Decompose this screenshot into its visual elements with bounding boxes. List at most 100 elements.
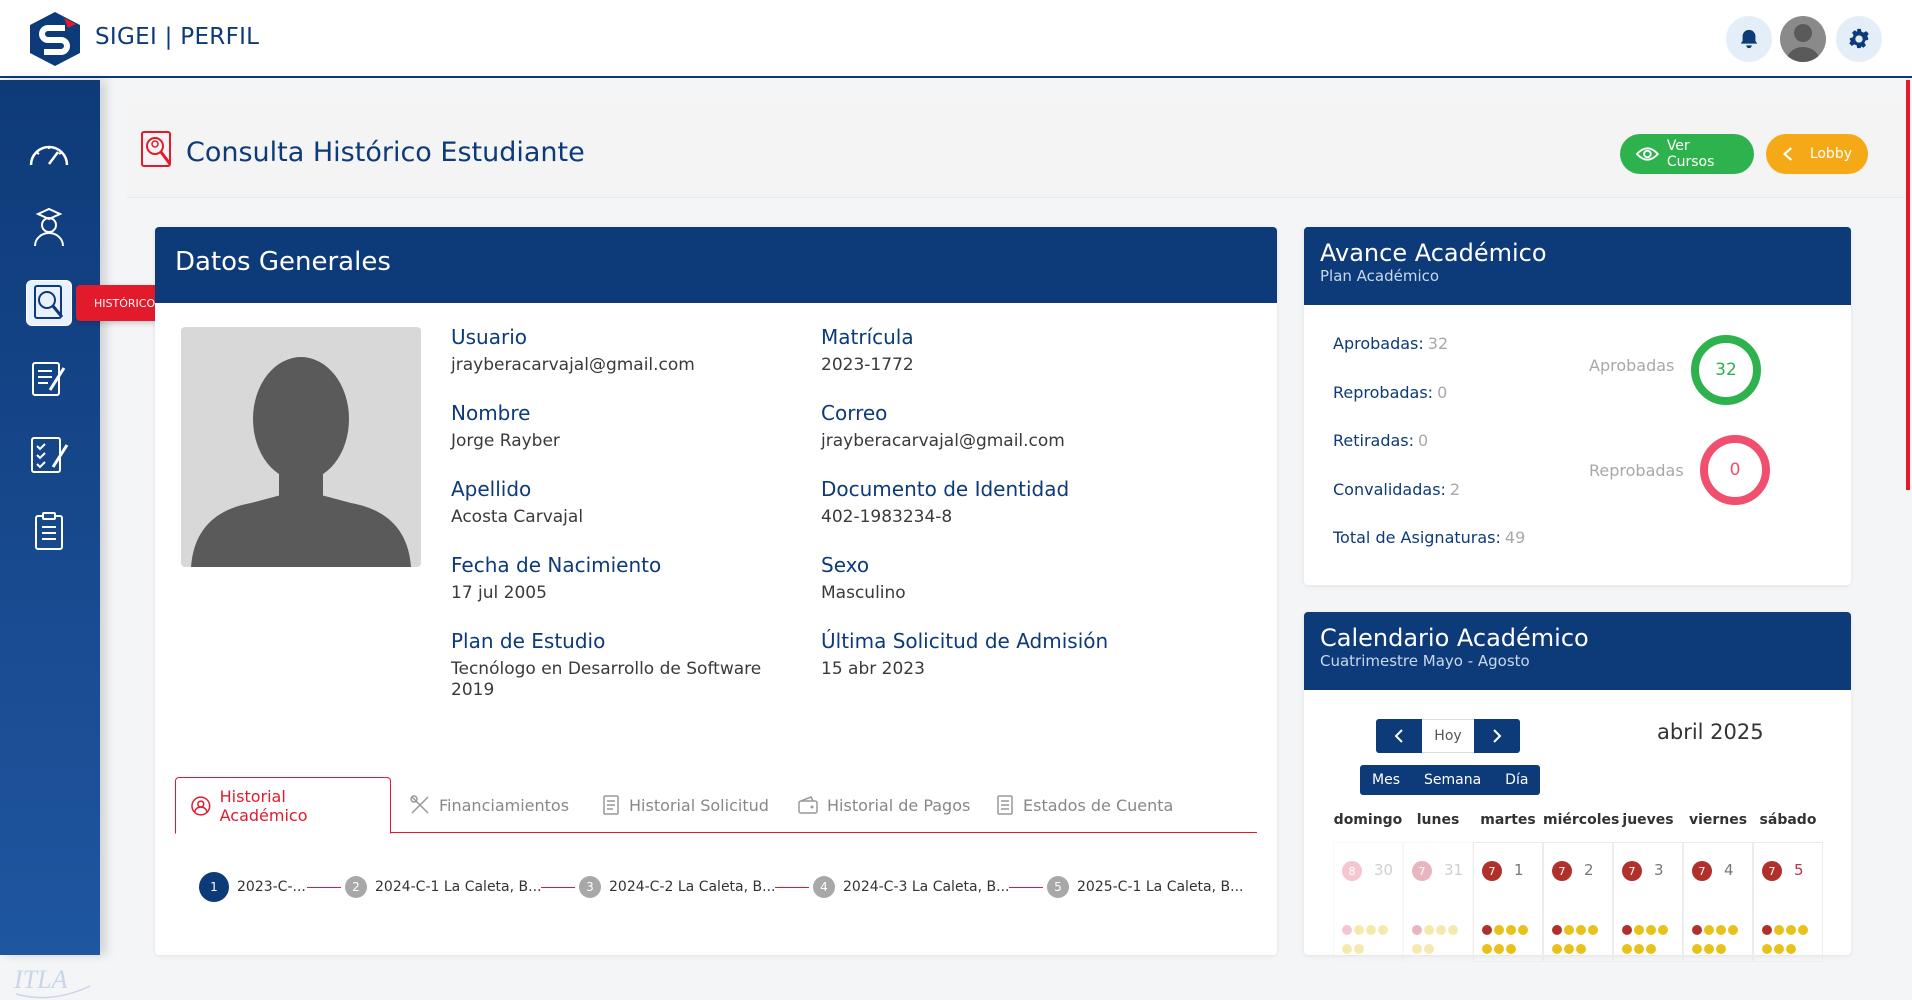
view-month-button[interactable]: Mes [1360,765,1412,795]
step-connector [541,887,575,888]
plan-label: Plan de Estudio [451,629,606,653]
avance-title: Avance Académico [1320,239,1547,267]
ring-reprobadas-label: Reprobadas [1589,461,1684,480]
sidebar-item-reports[interactable] [26,508,72,554]
weekday-label: miércoles [1543,812,1620,828]
plan-value: Tecnólogo en Desarrollo de Software 2019 [451,659,762,700]
stat-retiradas: Retiradas: 0 [1333,431,1428,450]
lobby-button[interactable]: Lobby [1766,134,1868,174]
stat-label: Retiradas: [1333,431,1415,450]
bell-icon [1740,29,1758,49]
view-week-button[interactable]: Semana [1412,765,1493,795]
field-matricula: Matrícula 2023-1772 [821,325,1161,376]
step-1[interactable]: 1 2023-C-... [199,872,306,902]
eye-icon [1636,147,1659,161]
sidebar-item-student-history[interactable] [26,280,72,326]
view-day-button[interactable]: Día [1493,765,1540,795]
itla-logo: ITLA [13,965,91,999]
event-count-badge: 7 [1692,861,1712,881]
step-number: 4 [813,876,835,898]
stat-value: 49 [1504,528,1526,547]
app-title: SIGEI | PERFIL [95,24,260,50]
sidebar-item-evaluations[interactable] [26,432,72,478]
wallet-icon [798,796,818,814]
sidebar-item-forms[interactable] [26,356,72,402]
next-month-button[interactable] [1474,719,1520,753]
event-count-badge: 7 [1622,861,1642,881]
calendar-day[interactable]: 7 2 [1543,842,1613,962]
page-title: Consulta Histórico Estudiante [186,137,585,168]
usuario-label: Usuario [451,325,528,349]
step-connector [775,887,809,888]
documento-label: Documento de Identidad [821,477,1070,501]
day-number: 30 [1374,861,1394,879]
prev-month-button[interactable] [1376,719,1422,753]
step-5[interactable]: 5 2025-C-1 La Caleta, B... [1047,872,1243,902]
day-number: 3 [1654,861,1664,879]
stat-value: 0 [1437,383,1448,402]
nombre-value: Jorge Rayber [451,431,560,451]
sidebar: ITLA [0,80,100,999]
event-count-badge: 7 [1552,861,1572,881]
ring-reprobadas: 0 [1700,435,1770,505]
field-apellido: Apellido Acosta Carvajal [451,477,791,528]
tab-label: Historial Solicitud [629,795,769,815]
document-edit-icon [32,362,66,396]
tab-financiamientos[interactable]: Financiamientos [395,777,583,833]
tab-estados-cuenta[interactable]: Estados de Cuenta [981,777,1187,833]
calendar-day[interactable]: 7 1 [1473,842,1543,962]
sexo-value: Masculino [821,583,906,603]
calendar-day[interactable]: 7 4 [1683,842,1753,962]
nombre-label: Nombre [451,401,531,425]
tab-historial-solicitud[interactable]: Historial Solicitud [587,777,783,833]
step-number: 2 [345,876,367,898]
event-dots [1552,923,1608,961]
sidebar-item-dashboard[interactable] [26,130,72,176]
document-icon [603,795,619,815]
usuario-value: jrayberacarvajal@gmail.com [451,355,695,375]
sigei-logo[interactable] [28,10,82,68]
tab-historial-academico[interactable]: Historial Académico [175,777,391,834]
nacimiento-label: Fecha de Nacimiento [451,553,662,577]
step-3[interactable]: 3 2024-C-2 La Caleta, B... [579,872,775,902]
step-4[interactable]: 4 2024-C-3 La Caleta, B... [813,872,1009,902]
correo-label: Correo [821,401,888,425]
clipboard-icon [35,512,63,550]
field-admision: Última Solicitud de Admisión 15 abr 2023 [821,629,1221,680]
stat-value: 0 [1418,431,1429,450]
step-connector [307,887,341,888]
tab-historial-pagos[interactable]: Historial de Pagos [783,777,984,833]
field-nombre: Nombre Jorge Rayber [451,401,791,452]
user-silhouette-icon [191,357,411,567]
stat-aprobadas: Aprobadas: 32 [1333,334,1448,353]
weekday-label: lunes [1416,812,1460,828]
statement-icon [997,795,1013,815]
field-sexo: Sexo Masculino [821,553,1161,604]
stat-reprobadas: Reprobadas: 0 [1333,383,1447,402]
chevron-left-icon [1782,147,1792,161]
day-number: 4 [1724,861,1734,879]
sidebar-item-students[interactable] [26,204,72,250]
step-number: 5 [1047,876,1069,898]
calendar-day[interactable]: 7 31 [1403,842,1473,962]
scrollbar[interactable] [1906,80,1910,490]
calendar-day[interactable]: 7 3 [1613,842,1683,962]
calendar-day[interactable]: 8 30 [1333,842,1403,962]
avance-subtitle: Plan Académico [1320,267,1440,285]
tab-label: Historial de Pagos [827,795,971,815]
speedometer-icon [29,145,69,166]
stat-label: Aprobadas: [1333,334,1424,353]
calendar-day[interactable]: 7 5 [1753,842,1823,962]
step-2[interactable]: 2 2024-C-1 La Caleta, B... [345,872,541,902]
notifications-button[interactable] [1726,16,1772,62]
correo-value: jrayberacarvajal@gmail.com [821,431,1065,451]
user-avatar[interactable] [1780,16,1826,62]
event-count-badge: 8 [1342,861,1362,881]
student-search-icon [191,795,211,816]
ver-cursos-button[interactable]: Ver Cursos [1620,134,1754,174]
tools-icon [410,795,429,814]
settings-button[interactable] [1836,16,1882,62]
today-button[interactable]: Hoy [1422,719,1474,753]
step-connector [1009,887,1043,888]
apellido-value: Acosta Carvajal [451,507,584,527]
